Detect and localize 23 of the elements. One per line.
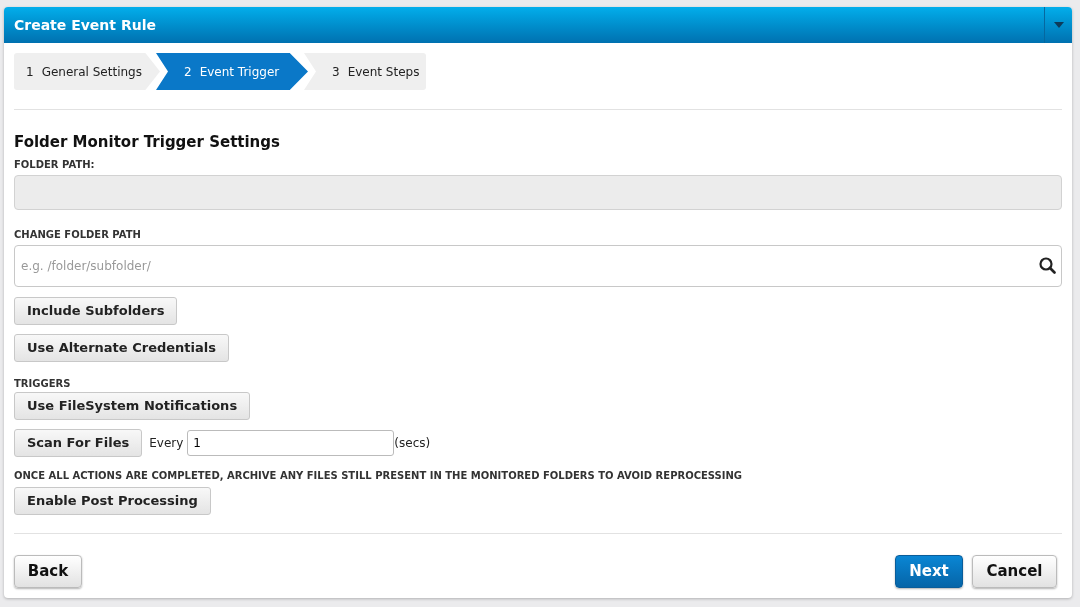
caret-icon: [1053, 22, 1064, 28]
wizard-step[interactable]: 1 General Settings: [14, 53, 160, 90]
field-label: TRIGGERS: [14, 376, 72, 391]
wizard-step[interactable]: 2 Event Trigger: [156, 53, 308, 90]
field-label: Every: [149, 434, 184, 452]
wizard-step[interactable]: 3 Event Steps: [304, 53, 426, 90]
unit-label: (secs): [394, 434, 431, 452]
field-label: FOLDER PATH:: [14, 157, 96, 172]
section-title: Folder Monitor Trigger Settings: [14, 132, 281, 153]
next-button[interactable]: Next: [895, 554, 963, 588]
toggle-button[interactable]: Scan For Files: [14, 428, 143, 457]
back-button[interactable]: Back: [14, 554, 82, 588]
cancel-button[interactable]: Cancel: [972, 554, 1057, 588]
field-label: ONCE ALL ACTIONS ARE COMPLETED, ARCHIVE ANY FILES STILL PRESENT IN THE MONITORED FOLDERS TO AVOID REPROCESSING: [14, 468, 744, 483]
window-title: Create Event Rule: [13, 15, 156, 35]
folder-path-input[interactable]: e.g. /folder/subfolder/: [14, 244, 1062, 287]
toggle-button[interactable]: Use Alternate Credentials: [14, 333, 229, 362]
toggle-button[interactable]: Include Subfolders: [14, 296, 178, 325]
search-icon[interactable]: [1039, 256, 1056, 274]
toggle-button[interactable]: Enable Post Processing: [14, 486, 211, 515]
interval-input[interactable]: 1: [187, 429, 395, 456]
toggle-button[interactable]: Use FileSystem Notifications: [14, 391, 251, 420]
field-label: CHANGE FOLDER PATH: [14, 227, 142, 242]
